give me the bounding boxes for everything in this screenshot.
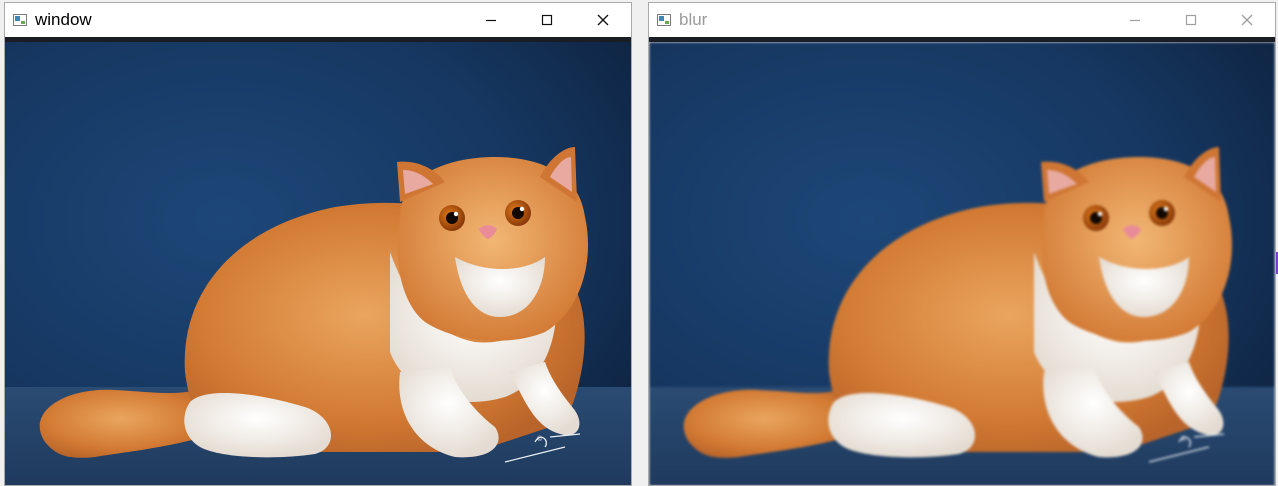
image-window-blur[interactable]: blur © [648,2,1276,486]
image-window-original[interactable]: window © [4,2,632,486]
window-titlebar[interactable]: window [5,3,631,37]
maximize-icon [541,14,553,26]
close-icon [1241,14,1253,26]
window-title: window [35,10,92,29]
close-icon [597,14,609,26]
close-button[interactable] [575,3,631,37]
maximize-icon [1185,14,1197,26]
image-canvas[interactable]: © [5,42,631,485]
maximize-button[interactable] [519,3,575,37]
cat-photo-blurred: © [649,42,1275,485]
minimize-button[interactable] [1107,3,1163,37]
minimize-icon [1130,19,1140,22]
signature-mark: © [537,435,543,443]
window-title: blur [679,10,708,29]
cat-photo: © [5,42,631,485]
app-icon [657,14,671,26]
close-button[interactable] [1219,3,1275,37]
window-controls [463,3,631,37]
desktop: window © blur © [0,0,1278,486]
app-icon [13,14,27,26]
minimize-icon [486,19,496,22]
maximize-button[interactable] [1163,3,1219,37]
window-titlebar[interactable]: blur [649,3,1275,37]
window-controls [1107,3,1275,37]
minimize-button[interactable] [463,3,519,37]
image-canvas[interactable]: © [649,42,1275,485]
signature-mark: © [1181,435,1187,443]
